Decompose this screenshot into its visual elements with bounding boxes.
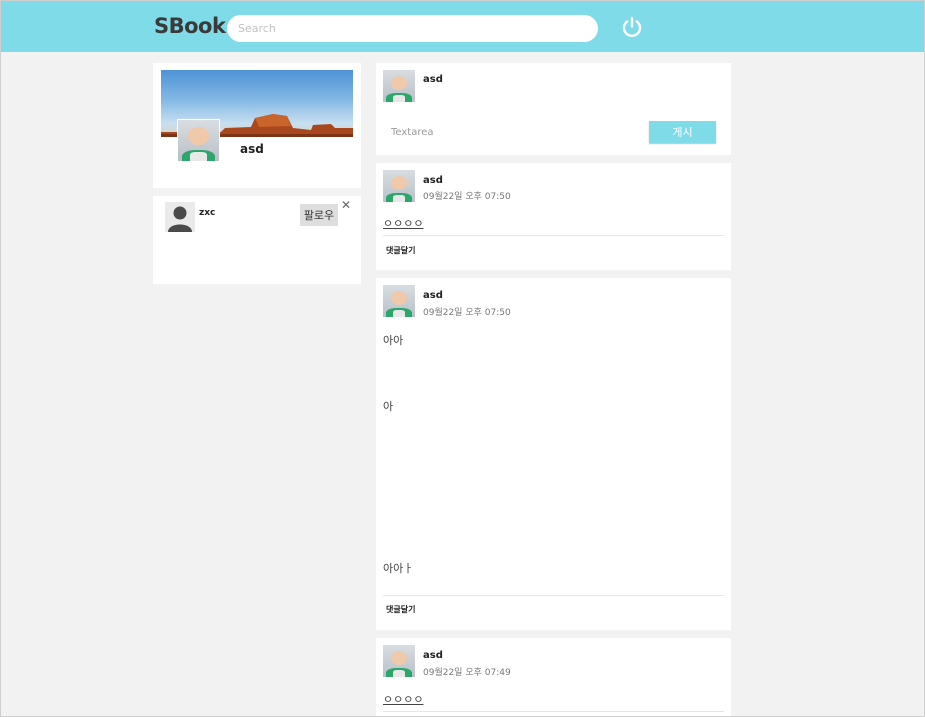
post-avatar[interactable] (383, 285, 415, 317)
power-icon[interactable] (621, 16, 643, 38)
post-divider (383, 235, 724, 236)
user-icon (165, 202, 195, 232)
post-text: ㅇㅇㅇㅇ (383, 217, 424, 230)
follow-button[interactable]: 팔로우 (300, 204, 338, 226)
post-avatar[interactable] (383, 170, 415, 202)
post-card: asd 09월22일 오후 07:50 아아 아 아아ㅏ 댓글달기 (376, 278, 731, 630)
post-divider (383, 595, 724, 596)
post-author[interactable]: asd (423, 175, 443, 186)
app-logo[interactable]: SBook (154, 14, 226, 38)
post-timestamp: 09월22일 오후 07:49 (423, 668, 511, 678)
composer-card: asd Textarea 게시 (376, 63, 731, 155)
profile-name[interactable]: asd (240, 142, 264, 156)
post-card: asd 09월22일 오후 07:50 ㅇㅇㅇㅇ 댓글달기 (376, 163, 731, 270)
post-textarea[interactable]: Textarea (391, 127, 434, 138)
post-submit-button[interactable]: 게시 (649, 121, 716, 143)
post-text-line: 아아 (383, 334, 404, 347)
composer-name: asd (423, 74, 443, 85)
profile-avatar[interactable] (177, 119, 220, 162)
post-text-line: 아아ㅏ (383, 562, 414, 575)
post-avatar[interactable] (383, 645, 415, 677)
suggestion-name[interactable]: zxc (199, 208, 215, 218)
post-card: asd 09월22일 오후 07:49 ㅇㅇㅇㅇ (376, 638, 731, 717)
reply-button[interactable]: 댓글달기 (386, 604, 415, 615)
reply-button[interactable]: 댓글달기 (386, 245, 415, 256)
post-text-line: 아 (383, 400, 394, 413)
post-divider (383, 711, 724, 712)
close-icon[interactable]: ✕ (341, 199, 351, 211)
top-bar: SBook (1, 1, 924, 52)
post-author[interactable]: asd (423, 650, 443, 661)
search-input[interactable] (227, 15, 598, 42)
composer-avatar (383, 70, 415, 102)
post-timestamp: 09월22일 오후 07:50 (423, 192, 511, 202)
suggestion-card: zxc 팔로우 ✕ (153, 196, 361, 284)
post-text: ㅇㅇㅇㅇ (383, 693, 424, 706)
post-author[interactable]: asd (423, 290, 443, 301)
post-timestamp: 09월22일 오후 07:50 (423, 308, 511, 318)
profile-card: asd (153, 63, 361, 188)
